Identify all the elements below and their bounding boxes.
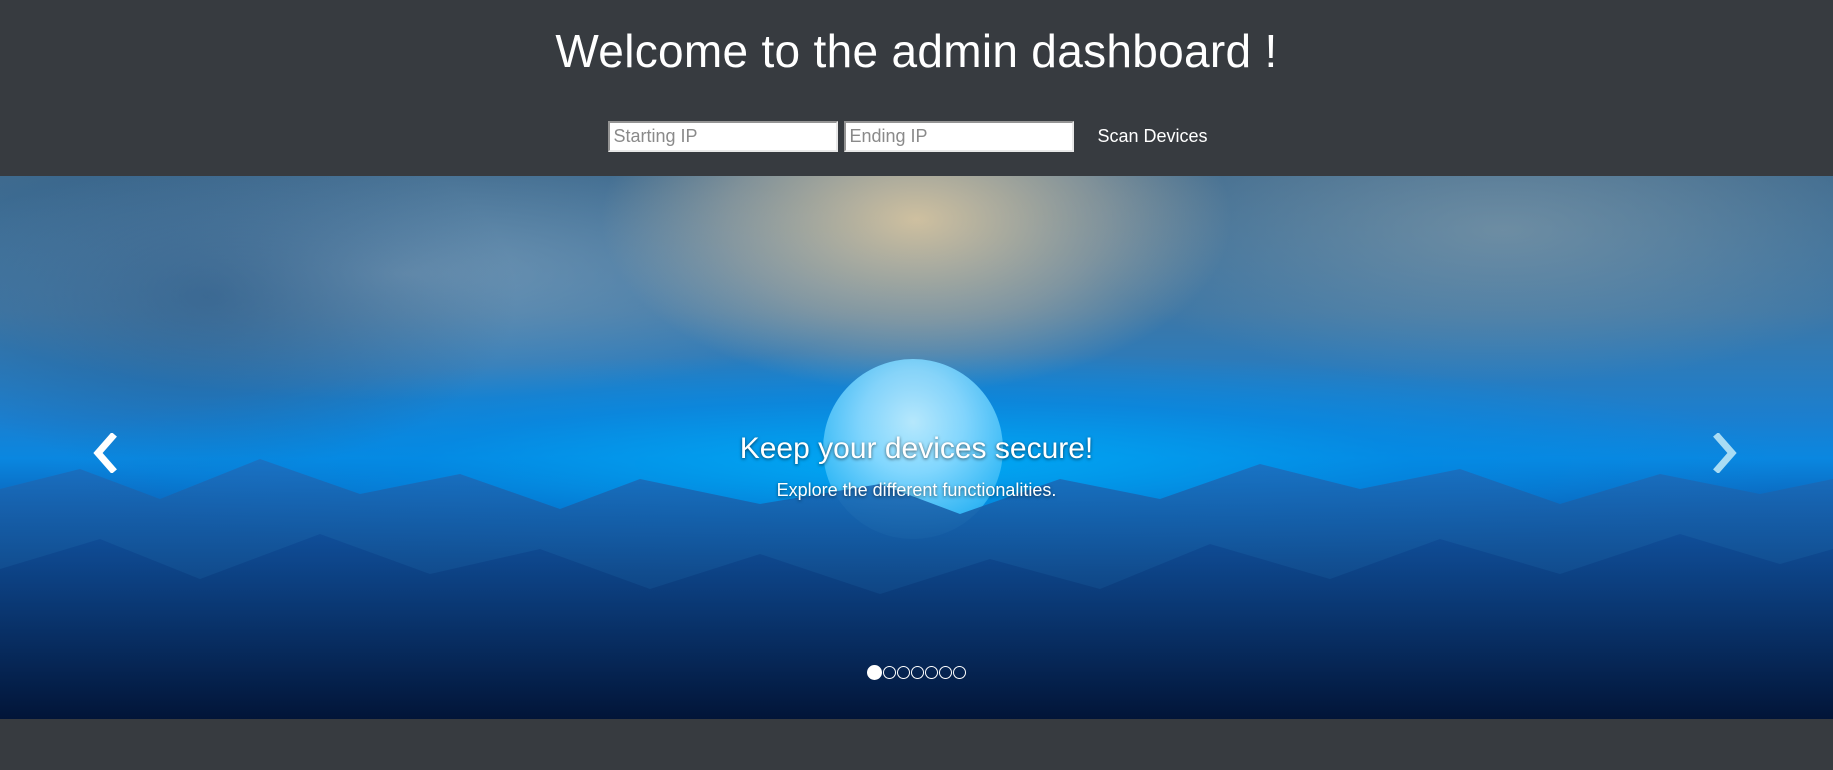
carousel-next-button[interactable]	[1700, 428, 1750, 478]
header: Welcome to the admin dashboard ! Scan De…	[0, 0, 1833, 176]
scan-form: Scan Devices	[0, 120, 1833, 153]
hero-carousel: Keep your devices secure! Explore the di…	[0, 176, 1833, 719]
carousel-caption: Keep your devices secure! Explore the di…	[0, 432, 1833, 501]
scan-devices-button[interactable]: Scan Devices	[1077, 120, 1227, 153]
carousel-indicator-dot[interactable]	[883, 666, 896, 679]
chevron-left-icon	[93, 433, 117, 473]
carousel-indicator-dot[interactable]	[867, 665, 882, 680]
chevron-right-icon	[1713, 433, 1737, 473]
ending-ip-input[interactable]	[844, 121, 1075, 152]
caption-text: Explore the different functionalities.	[776, 480, 1057, 500]
footer-band	[0, 719, 1833, 770]
carousel-indicator-dot[interactable]	[911, 666, 924, 679]
carousel-indicator-dot[interactable]	[925, 666, 938, 679]
carousel-indicator-dot[interactable]	[953, 666, 966, 679]
starting-ip-input[interactable]	[608, 121, 839, 152]
caption-title: Keep your devices secure!	[739, 432, 1094, 465]
carousel-indicator-dot[interactable]	[897, 666, 910, 679]
carousel-indicator-dot[interactable]	[939, 666, 952, 679]
carousel-prev-button[interactable]	[80, 428, 130, 478]
carousel-indicators	[0, 665, 1833, 680]
page-title: Welcome to the admin dashboard !	[555, 25, 1278, 77]
